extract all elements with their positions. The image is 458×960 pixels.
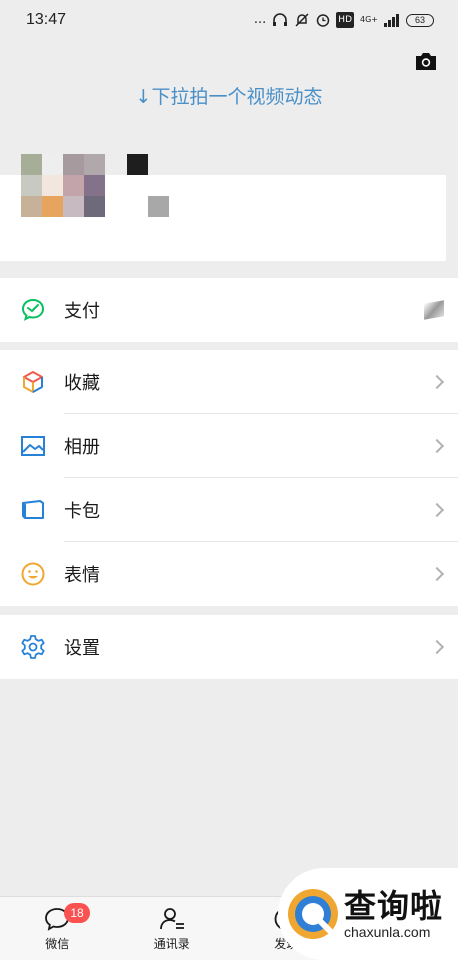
menu-item-pay[interactable]: 支付 [0, 278, 458, 342]
menu-item-label: 收藏 [64, 373, 100, 394]
status-time: 13:47 [26, 11, 67, 28]
contacts-icon [158, 905, 186, 933]
battery-indicator: 63 [406, 13, 434, 27]
chevron-right-icon [429, 566, 445, 582]
tab-chats[interactable]: 微信 18 [0, 897, 115, 960]
chevron-right-icon [429, 639, 445, 655]
wechat-pay-icon [20, 297, 46, 323]
watermark: 查询啦 chaxunla.com [278, 868, 458, 960]
status-bar: 13:47 ... HD 4G+ 63 [0, 0, 458, 40]
more-dots-icon: ... [253, 12, 267, 27]
alarm-icon [317, 14, 330, 27]
tab-contacts[interactable]: 通讯录 [115, 897, 230, 960]
network-type: 4G+ [360, 15, 378, 24]
camera-icon [416, 53, 436, 70]
menu-item-stickers[interactable]: 表情 [0, 542, 458, 606]
watermark-domain: chaxunla.com [344, 924, 431, 940]
wechat-id-mosaic [148, 196, 169, 217]
menu-item-label: 支付 [64, 301, 100, 322]
headphones-icon [273, 13, 288, 26]
pull-down-video-hint[interactable]: ↓下拉拍一个视频动态 [0, 82, 458, 109]
favorites-cube-icon [20, 369, 46, 395]
menu-item-label: 表情 [64, 565, 100, 586]
camera-button[interactable] [414, 50, 438, 72]
unread-badge: 18 [64, 903, 90, 923]
menu-item-settings[interactable]: 设置 [0, 615, 458, 679]
pay-group: 支付 [0, 278, 458, 342]
menu-item-label: 相册 [64, 437, 100, 458]
tab-label: 通讯录 [153, 937, 190, 951]
sticker-smile-icon [20, 561, 46, 587]
chevron-right-icon [429, 438, 445, 454]
hd-badge: HD [336, 12, 354, 28]
menu-item-card-wallet[interactable]: 卡包 [0, 478, 458, 542]
album-icon [20, 433, 46, 459]
watermark-chinese: 查询啦 [344, 887, 444, 925]
menu-item-label: 卡包 [64, 501, 100, 522]
chevron-right-icon [429, 374, 445, 390]
nickname-mosaic [127, 154, 148, 175]
gear-icon [20, 634, 46, 660]
watermark-text: 查询啦 chaxunla.com [344, 888, 443, 940]
settings-group: 设置 [0, 615, 458, 679]
signal-icon [384, 13, 399, 27]
pay-status-icon [424, 300, 444, 320]
menu-item-label: 设置 [64, 638, 100, 659]
services-group: 收藏 相册 卡包 表情 [0, 350, 458, 606]
menu-item-album[interactable]: 相册 [0, 414, 458, 478]
status-icons: ... HD 4G+ 63 [254, 12, 434, 28]
mute-icon [295, 13, 309, 27]
card-wallet-icon [20, 497, 46, 523]
chevron-right-icon [429, 502, 445, 518]
tab-label: 微信 [45, 937, 70, 951]
menu-item-favorites[interactable]: 收藏 [0, 350, 458, 414]
watermark-logo-icon [288, 889, 338, 939]
avatar[interactable] [21, 154, 105, 217]
profile-card[interactable] [0, 140, 458, 268]
